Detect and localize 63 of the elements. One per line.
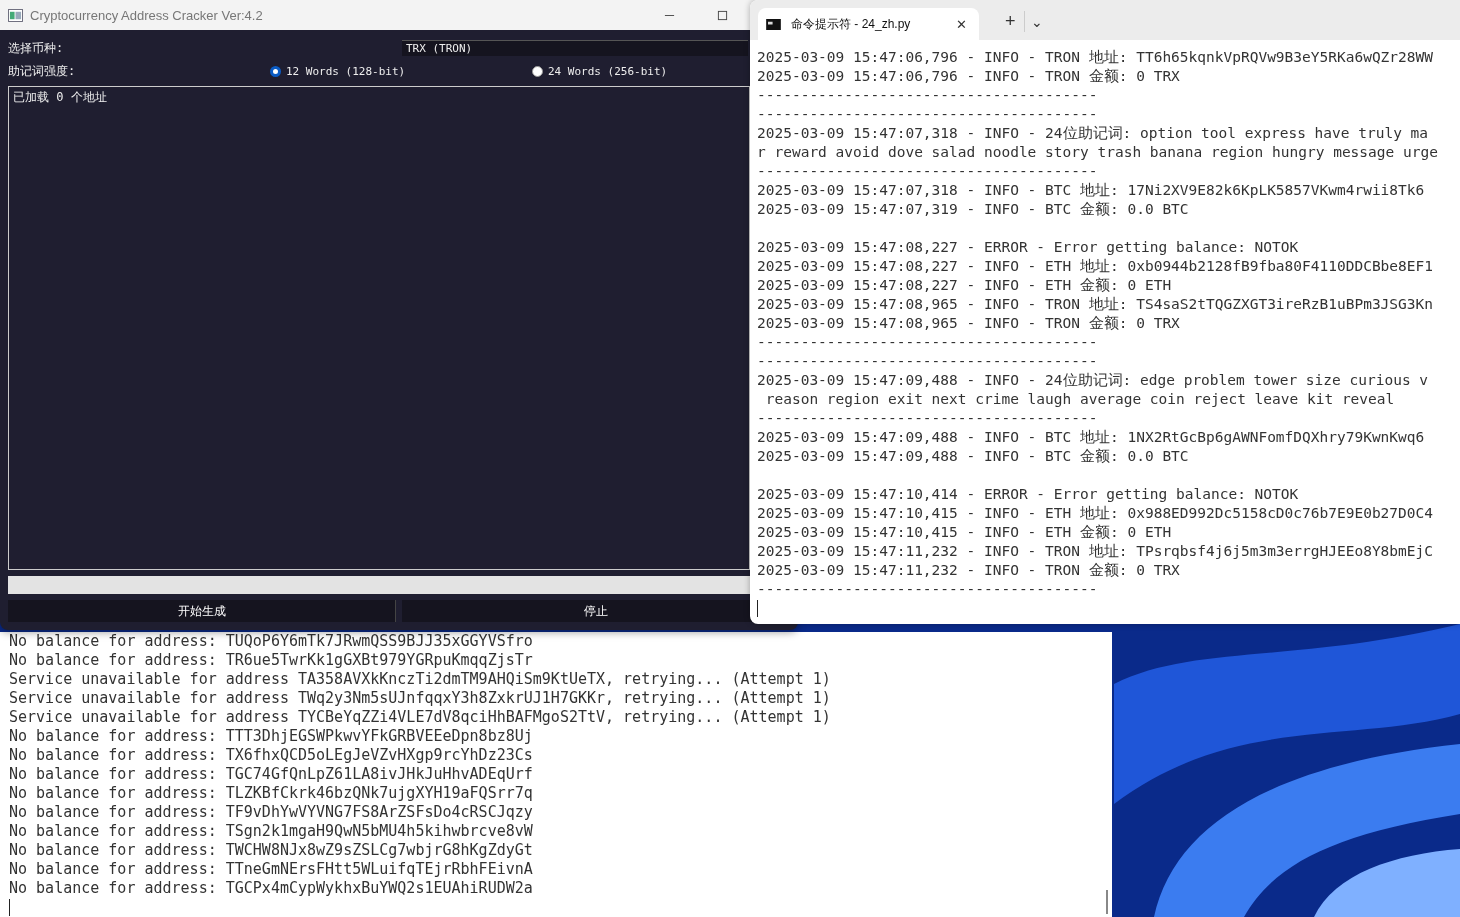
console-line: No balance for address: TWCHW8NJx8wZ9sZSLCg7wbjrG8hKgZdyGt [9, 841, 533, 860]
console-line: No balance for address: TUQoP6Y6mTk7JRwmQSS9BJJ35xGGYVSfro [9, 632, 533, 651]
radio-option[interactable]: 24 Words (256-bit) [532, 64, 668, 78]
field-label: 助记词强度: [8, 62, 77, 80]
log-line: --------------------------------------- [757, 105, 1098, 124]
console-line: No balance for address: TSgn2k1mgaH9QwN5bMU4h5kihwbrcve8vW [9, 822, 533, 841]
field-label: 选择币种: [8, 39, 65, 57]
dropdown-button[interactable]: ⌄ [1030, 14, 1043, 30]
text-cursor [9, 899, 10, 916]
console-line: No balance for address: TR6ue5TwrKk1gGXBt979YGRpuKmqqZjsTr [9, 651, 533, 670]
log-line: 2025-03-09 15:47:11,232 - INFO - TRON 地址: TPsrqbsf4j6j5m3m3errgHJEEo8Y8bmEjC [757, 542, 1433, 561]
scrollbar[interactable] [1106, 890, 1108, 914]
log-line: 2025-03-09 15:47:06,796 - INFO - TRON 金额: 0 TRX [757, 67, 1180, 86]
log-line: 2025-03-09 15:47:08,965 - INFO - TRON 地址: TS4saS2tTQGZXGT3ireRzB1uBPm3JSG3Kn [757, 295, 1433, 314]
window-title: Cryptocurrency Address Cracker Ver:4.2 [30, 7, 263, 23]
log-line: 2025-03-09 15:47:10,415 - INFO - ETH 金额: 0 ETH [757, 523, 1172, 542]
log-line: 2025-03-09 15:47:08,227 - INFO - ETH 金额: 0 ETH [757, 276, 1172, 295]
text-cursor [757, 600, 758, 617]
log-line: --------------------------------------- [757, 162, 1098, 181]
log-line: 2025-03-09 15:47:08,227 - ERROR - Error getting balance: NOTOK [757, 238, 1299, 257]
log-line: 2025-03-09 15:47:07,318 - INFO - 24位助记词: option tool express have truly ma [757, 124, 1429, 143]
log-line: --------------------------------------- [757, 409, 1098, 428]
log-line: --------------------------------------- [757, 86, 1098, 105]
tab-title: 命令提示符 - 24_zh.py [791, 15, 911, 33]
log-line: 2025-03-09 15:47:10,415 - INFO - ETH 地址: 0x988ED992Dc5158cD0c76b7E9E0b27D0C4 [757, 504, 1433, 523]
console-line: No balance for address: TTT3DhjEGSWPkwvYFkGRBVEEeDpn8bz8Uj [9, 727, 533, 746]
terminal-tab[interactable]: 命令提示符 - 24_zh.py ✕ [758, 8, 979, 40]
log-line: 2025-03-09 15:47:08,965 - INFO - TRON 金额: 0 TRX [757, 314, 1180, 333]
coin-dropdown[interactable]: TRX (TRON) [402, 40, 748, 56]
log-line: --------------------------------------- [757, 352, 1098, 371]
radio-button[interactable] [270, 65, 281, 77]
console-line: No balance for address: TLZKBfCkrk46bzQNk7ujgXYH19aFQSrr7q [9, 784, 533, 803]
console-line: No balance for address: TF9vDhYwVYVNG7FS8ArZSFsDo4cRSCJqzy [9, 803, 533, 822]
log-line: 2025-03-09 15:47:08,227 - INFO - ETH 地址: 0xb0944b2128fB9fba80F4110DDCBbe8EF1 [757, 257, 1433, 276]
new-tab-button[interactable]: + [997, 11, 1025, 32]
close-button[interactable]: ✕ [956, 16, 967, 32]
action-button[interactable]: 开始生成 [8, 600, 396, 622]
console-line: Service unavailable for address TYCBeYqZZi4VLE7dV8qciHhBAFMgoS2TtV, retrying... (Attempt 1) [9, 708, 831, 727]
radio-button[interactable] [532, 65, 543, 77]
log-line: 2025-03-09 15:47:09,488 - INFO - 24位助记词: edge problem tower size curious v [757, 371, 1429, 390]
log-line: r reward avoid dove salad noodle story trash banana region hungry message urge [757, 143, 1438, 162]
console-line: Service unavailable for address TWq2y3Nm5sUJnfqqxY3h8ZxkrUJ1H7GKKr, retrying... (Attempt 1) [9, 689, 831, 708]
log-line: 2025-03-09 15:47:06,796 - INFO - TRON 地址: TT6h65kqnkVpRQVw9B3eY5RKa6wQZr28WW [757, 48, 1433, 67]
log-line: 2025-03-09 15:47:09,488 - INFO - BTC 金额: 0.0 BTC [757, 447, 1189, 466]
log-text: 已加载 0 个地址 [13, 90, 107, 104]
window-icon [8, 8, 23, 22]
log-line: 2025-03-09 15:47:07,318 - INFO - BTC 地址: 17Ni2XV9E82k6KpLK5857VKwm4rwii8Tk6 [757, 181, 1425, 200]
log-line: 2025-03-09 15:47:10,414 - ERROR - Error getting balance: NOTOK [757, 485, 1299, 504]
log-area[interactable]: 已加载 0 个地址 [8, 86, 750, 570]
log-line: 2025-03-09 15:47:11,232 - INFO - TRON 金额: 0 TRX [757, 561, 1180, 580]
radio-option[interactable]: 12 Words (128-bit) [270, 64, 532, 78]
log-line: --------------------------------------- [757, 580, 1098, 599]
console-line: Service unavailable for address TA358AVXkKnczTi2dmTM9AHQiSm9KtUeTX, retrying... (Attempt 1) [9, 670, 831, 689]
log-line: reason region exit next crime laugh average coin reject leave kit reveal [764, 390, 1395, 409]
terminal-icon [766, 18, 781, 30]
log-line: 2025-03-09 15:47:09,488 - INFO - BTC 地址: 1NX2RtGcBp6gAWNFomfDQXhry79KwnKwq6 [757, 428, 1425, 447]
maximize-icon[interactable] [717, 9, 728, 21]
log-line: --------------------------------------- [757, 333, 1098, 352]
console-line: No balance for address: TGCPx4mCypWykhxBuYWQ2s1EUAhiRUDW2a [9, 879, 533, 898]
log-line: 2025-03-09 15:47:07,319 - INFO - BTC 金额: 0.0 BTC [757, 200, 1189, 219]
console-line: No balance for address: TTneGmNErsFHtt5WLuifqTEjrRbhFEivnA [9, 860, 533, 879]
console-line: No balance for address: TX6fhxQCD5oLEgJeVZvHXgp9rcYhDz23Cs [9, 746, 533, 765]
console-line: No balance for address: TGC74GfQnLpZ61LA8ivJHkJuHhvADEqUrf [9, 765, 533, 784]
